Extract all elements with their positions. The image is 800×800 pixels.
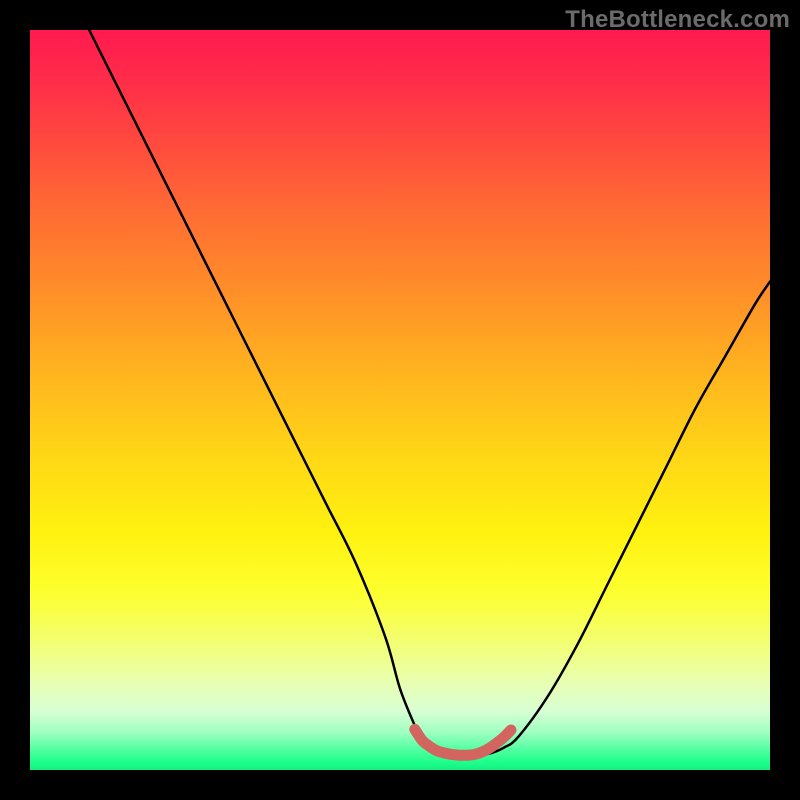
chart-frame: TheBottleneck.com (0, 0, 800, 800)
curve-layer (30, 30, 770, 770)
plot-area (30, 30, 770, 770)
main-curve (89, 30, 770, 755)
watermark-text: TheBottleneck.com (565, 6, 790, 34)
